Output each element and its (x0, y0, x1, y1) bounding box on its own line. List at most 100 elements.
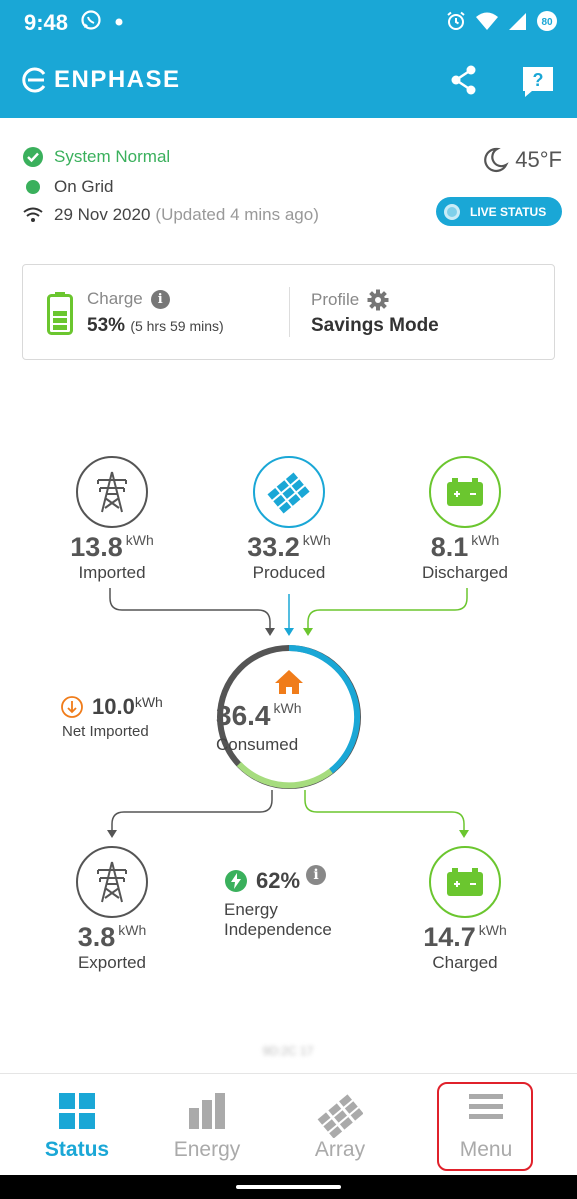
bottom-navigation: Status Energy Array Menu (0, 1073, 577, 1175)
live-status-button[interactable]: LIVE STATUS (436, 197, 562, 226)
discharged-unit: kWh (471, 532, 500, 548)
card-divider (289, 287, 290, 337)
charge-label: Charge i (87, 289, 170, 309)
battery-status-icon: 80 (535, 9, 559, 38)
brand-name: ENPHASE (54, 66, 181, 93)
on-grid-row: On Grid (22, 176, 114, 198)
imported-node[interactable]: 13.8 kWh Imported (62, 456, 162, 583)
cell-signal-icon (507, 11, 527, 36)
help-button[interactable]: ? (520, 64, 556, 98)
imported-label: Imported (78, 563, 146, 582)
home-gesture-handle[interactable] (236, 1185, 341, 1189)
nav-energy[interactable]: Energy (152, 1074, 262, 1176)
bar-chart-icon (188, 1092, 226, 1135)
date-text: 29 Nov 2020 (54, 205, 151, 224)
independence-label-line1: Energy (224, 900, 278, 919)
discharged-value: 8.1 (430, 532, 469, 562)
check-circle-icon (22, 146, 44, 168)
svg-text:?: ? (533, 70, 544, 90)
charged-label: Charged (432, 953, 498, 972)
weather: 45°F (481, 146, 562, 174)
nav-status-label: Status (44, 1138, 110, 1161)
charged-value: 14.7 (423, 922, 476, 952)
net-value: 10.0 (92, 694, 135, 719)
live-status-label: LIVE STATUS (470, 204, 547, 219)
app-bar: ENPHASE ? (0, 46, 577, 118)
on-grid-text: On Grid (54, 177, 114, 196)
blurred-footer-text: 9D:2C 17 (262, 1044, 314, 1058)
imported-unit: kWh (125, 532, 154, 548)
produced-node[interactable]: 33.2 kWh Produced (238, 456, 340, 583)
discharged-label: Discharged (422, 563, 508, 582)
info-icon[interactable]: i (306, 865, 327, 885)
charged-node[interactable]: 14.7 kWh Charged (412, 846, 518, 973)
battery-icon (47, 291, 73, 340)
share-button[interactable] (446, 62, 482, 98)
updated-text: (Updated 4 mins ago) (155, 205, 319, 224)
energy-independence: 62% i Energy Independence (224, 865, 332, 940)
alarm-icon (445, 10, 467, 37)
charge-value: 53% (5 hrs 59 mins) (87, 315, 224, 337)
nav-status[interactable]: Status (22, 1074, 132, 1176)
menu-highlight-box (437, 1082, 533, 1171)
green-dot-icon (22, 176, 44, 198)
exported-value: 3.8 (77, 922, 116, 952)
system-normal-text: System Normal (54, 147, 171, 166)
discharged-node[interactable]: 8.1 kWh Discharged (412, 456, 518, 583)
consumed-value: 36.4 (216, 700, 271, 731)
nav-energy-label: Energy (173, 1138, 241, 1161)
battery-storage-icon (429, 456, 501, 528)
whatsapp-icon (80, 9, 102, 36)
arrow-down-circle-icon (61, 696, 83, 718)
consumed-label: Consumed (216, 735, 299, 754)
date-row: 29 Nov 2020 (Updated 4 mins ago) (22, 204, 319, 226)
nav-array[interactable]: Array (285, 1074, 395, 1176)
net-imported: 10.0kWh Net Imported (60, 694, 163, 740)
produced-value: 33.2 (247, 532, 300, 562)
status-time: 9:48 (24, 10, 69, 35)
enphase-logo-icon (22, 67, 46, 93)
home-icon (273, 668, 305, 701)
charge-label-text: Charge (87, 289, 143, 308)
top-bar: 9:48 80 ENPHASE ? (0, 0, 577, 118)
gesture-navigation-bar (0, 1175, 577, 1199)
wifi-signal-icon (22, 204, 44, 226)
temperature: 45°F (515, 147, 562, 172)
help-icon: ? (523, 67, 553, 97)
grid-tower-icon (76, 456, 148, 528)
produced-label: Produced (252, 563, 326, 582)
exported-node[interactable]: 3.8 kWh Exported (62, 846, 162, 973)
live-indicator-icon (444, 203, 460, 220)
nav-array-label: Array (314, 1138, 366, 1161)
battery-card[interactable]: Charge i 53% (5 hrs 59 mins) Profile Sav… (22, 264, 555, 360)
charged-unit: kWh (478, 922, 507, 938)
solar-array-icon (317, 1092, 364, 1143)
system-status-section: System Normal On Grid 29 Nov 2020 (Updat… (22, 144, 562, 254)
net-label: Net Imported (62, 723, 149, 740)
system-normal-row: System Normal (22, 146, 170, 168)
exported-label: Exported (77, 953, 147, 972)
share-icon (451, 65, 476, 95)
imported-value: 13.8 (70, 532, 123, 562)
energy-flow-diagram: 13.8 kWh Imported 33.2 kWh Produced 8.1 kWh… (0, 440, 577, 1000)
wifi-icon (475, 10, 499, 37)
lightning-icon (225, 870, 247, 892)
gear-icon[interactable] (367, 289, 389, 311)
net-unit: kWh (134, 694, 163, 710)
notification-dot-icon (114, 14, 124, 32)
charge-time: (5 hrs 59 mins) (130, 318, 224, 334)
info-icon[interactable]: i (150, 289, 170, 309)
profile-label: Profile (311, 289, 389, 311)
independence-label-line2: Independence (224, 920, 332, 939)
svg-text:80: 80 (541, 17, 553, 28)
independence-value: 62% (256, 868, 301, 893)
profile-value: Savings Mode (311, 315, 439, 336)
consumed-unit: kWh (273, 700, 302, 716)
grid-squares-icon (58, 1092, 96, 1135)
system-status-bar: 9:48 80 (0, 0, 577, 46)
battery-storage-icon (429, 846, 501, 918)
produced-unit: kWh (302, 532, 331, 548)
consumed-node[interactable]: 36.4 kWh Consumed (216, 644, 362, 790)
enphase-logo: ENPHASE (22, 66, 181, 94)
charge-percent: 53% (87, 315, 126, 336)
